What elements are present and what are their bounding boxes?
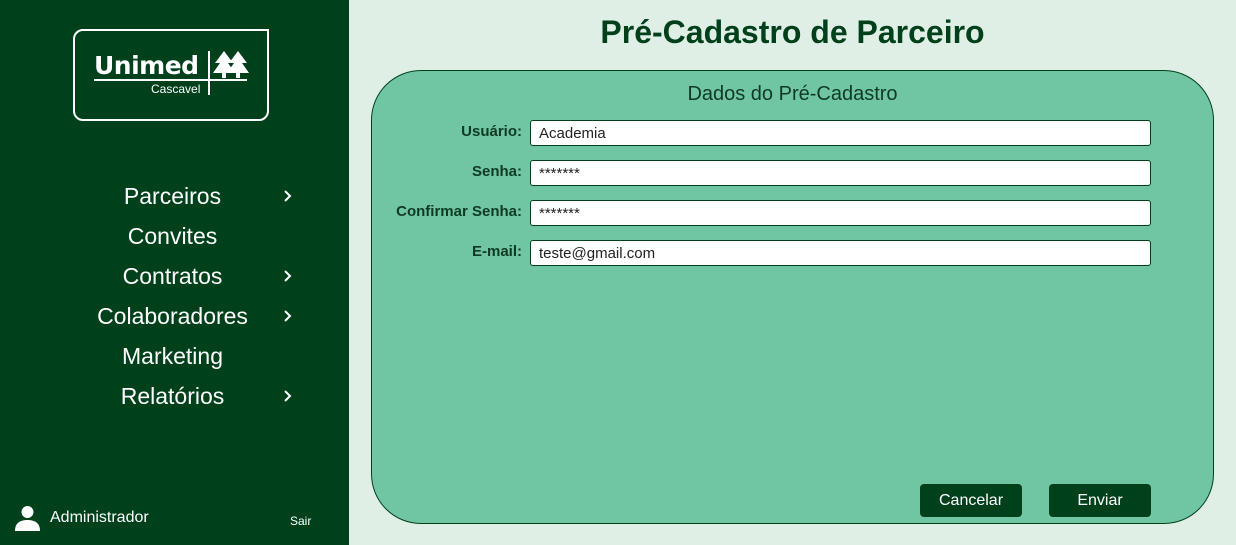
nav-item-label: Parceiros [123,182,222,209]
confirmar-senha-input[interactable] [530,200,1151,226]
sidebar: Unimed Cascavel Parceiros Convites Contr… [0,0,349,545]
user-icon [15,506,40,531]
page-title: Pré-Cadastro de Parceiro [600,14,985,50]
chevron-right-icon [284,390,292,402]
logo-brand: Unimed [94,51,199,80]
senha-label: Senha: [471,163,522,180]
nav-item-label: Marketing [122,342,223,369]
nav-item-label: Relatórios [120,382,225,409]
nav-item-convites[interactable]: Convites [0,216,349,256]
usuario-label: Usuário: [461,123,522,140]
main-nav: Parceiros Convites Contratos Colaborador… [0,176,349,416]
senha-input[interactable] [530,160,1151,186]
nav-item-relatorios[interactable]: Relatórios [0,376,349,416]
logout-link[interactable]: Sair [290,514,311,528]
unimed-tree-icon [213,51,249,78]
chevron-right-icon [284,310,292,322]
nav-item-parceiros[interactable]: Parceiros [0,176,349,216]
chevron-right-icon [284,190,292,202]
current-user: Administrador [15,504,149,532]
nav-item-colaboradores[interactable]: Colaboradores [0,296,349,336]
form-row-confirmar-senha: Confirmar Senha: [372,200,1213,226]
nav-item-label: Convites [127,222,218,249]
cancel-button[interactable]: Cancelar [920,484,1022,517]
logo-separator [208,51,210,95]
form-row-email: E-mail: [372,240,1213,266]
user-name: Administrador [50,509,149,526]
form-row-usuario: Usuário: [372,120,1213,146]
pre-registration-form: Dados do Pré-Cadastro Usuário: Senha: Co… [371,70,1214,524]
email-input[interactable] [530,240,1151,266]
form-title: Dados do Pré-Cadastro [687,83,898,105]
email-label: E-mail: [471,243,522,260]
usuario-input[interactable] [530,120,1151,146]
logo-underline [94,79,247,81]
nav-item-label: Contratos [122,262,223,289]
form-row-senha: Senha: [372,160,1213,186]
confirmar-senha-label: Confirmar Senha: [396,203,522,220]
nav-item-contratos[interactable]: Contratos [0,256,349,296]
submit-button[interactable]: Enviar [1049,484,1151,517]
logo-subtitle: Cascavel [151,82,201,96]
nav-item-marketing[interactable]: Marketing [0,336,349,376]
chevron-right-icon [284,270,292,282]
unimed-logo[interactable]: Unimed Cascavel [73,29,269,121]
nav-item-label: Colaboradores [97,302,248,329]
